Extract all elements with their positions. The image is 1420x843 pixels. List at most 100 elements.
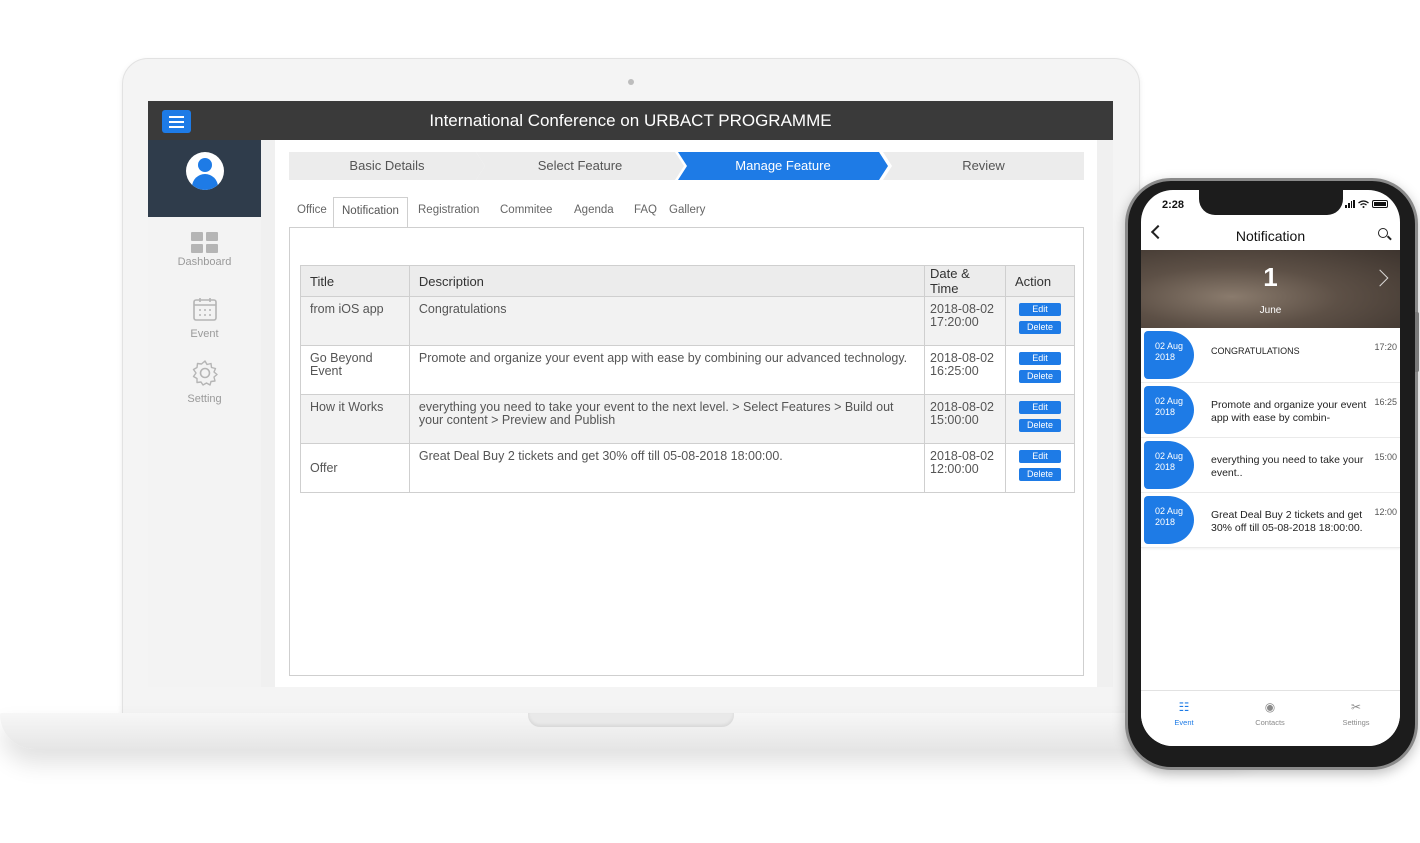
row-actions: Edit Delete — [1005, 394, 1075, 444]
edit-button[interactable]: Edit — [1019, 450, 1061, 463]
avatar-icon[interactable] — [186, 152, 224, 190]
sidebar: Dashboard Event Setting — [148, 140, 261, 687]
feature-tabs: Office Notification Registration Commite… — [289, 197, 1084, 228]
row-datetime: 2018-08-02 17:20:00 — [924, 296, 1006, 346]
step-manage-feature[interactable]: Manage Feature — [678, 152, 888, 180]
date-badge-day: 02 Aug — [1155, 451, 1184, 461]
date-badge-day: 02 Aug — [1155, 506, 1184, 516]
tab-settings[interactable]: ✂ Settings — [1313, 700, 1399, 727]
notification-list: 02 Aug 2018 CONGRATULATIONS 17:20 02 Aug 2… — [1141, 328, 1400, 548]
list-item[interactable]: 02 Aug 2018 everything you need to take y… — [1141, 438, 1400, 493]
row-description: Congratulations — [408, 296, 926, 346]
status-icons — [1345, 200, 1388, 208]
row-description: Promote and organize your event app with… — [408, 345, 926, 395]
row-time: 17:20:00 — [930, 315, 979, 329]
battery-icon — [1372, 200, 1388, 208]
sidebar-item-label: Setting — [187, 393, 222, 405]
tab-gallery[interactable]: Gallery — [661, 197, 713, 228]
list-item-text: Promote and organize your event app with… — [1211, 399, 1367, 424]
delete-button[interactable]: Delete — [1019, 468, 1061, 481]
table-row: Offer Great Deal Buy 2 tickets and get 3… — [300, 443, 1075, 493]
tab-notification[interactable]: Notification — [333, 197, 408, 228]
edit-button[interactable]: Edit — [1019, 352, 1061, 365]
date-badge: 02 Aug 2018 — [1144, 441, 1194, 489]
date-badge-year: 2018 — [1155, 517, 1176, 527]
gear-icon — [192, 360, 218, 386]
phone-title: Notification — [1235, 228, 1306, 244]
sidebar-item-label: Event — [190, 328, 219, 340]
list-item-text: Great Deal Buy 2 tickets and get 30% off… — [1211, 509, 1363, 534]
tab-contacts[interactable]: ◉ Contacts — [1227, 700, 1313, 727]
dashboard-icon — [191, 232, 218, 253]
wizard-steps: Basic Details Select Feature Manage Feat… — [289, 152, 1084, 180]
profile-panel — [148, 140, 261, 217]
step-review[interactable]: Review — [883, 152, 1084, 180]
sidebar-item-setting[interactable]: Setting — [148, 359, 261, 405]
tab-faq[interactable]: FAQ — [626, 197, 665, 228]
tab-office[interactable]: Office — [289, 197, 335, 228]
row-title: Go Beyond Event — [300, 345, 410, 395]
app-title: International Conference on URBACT PROGR… — [429, 111, 832, 130]
list-item[interactable]: 02 Aug 2018 CONGRATULATIONS 17:20 — [1141, 328, 1400, 383]
tab-commitee[interactable]: Commitee — [492, 197, 560, 228]
table-row: Go Beyond Event Promote and organize you… — [300, 345, 1075, 395]
list-item[interactable]: 02 Aug 2018 Promote and organize your eve… — [1141, 383, 1400, 438]
main-content: Basic Details Select Feature Manage Feat… — [275, 140, 1097, 687]
signal-icon — [1345, 200, 1355, 208]
edit-button[interactable]: Edit — [1019, 303, 1061, 316]
status-time: 2:28 — [1162, 199, 1185, 211]
phone-side-button — [1415, 312, 1419, 372]
row-title: from iOS app — [300, 296, 410, 346]
date-badge-day: 02 Aug — [1155, 341, 1184, 351]
list-item-time: 17:20 — [1374, 342, 1397, 352]
event-icon: ☷ — [1178, 700, 1190, 714]
date-badge: 02 Aug 2018 — [1144, 386, 1194, 434]
column-header-description: Description — [408, 265, 926, 297]
table-row: How it Works everything you need to take… — [300, 394, 1075, 444]
search-icon[interactable] — [1378, 228, 1388, 238]
list-item-text: CONGRATULATIONS — [1211, 346, 1300, 356]
column-header-date-time: Date & Time — [924, 265, 1006, 297]
notification-panel: Title Description Date & Time Action fro… — [289, 227, 1084, 676]
phone-notch — [1199, 190, 1343, 215]
row-actions: Edit Delete — [1005, 443, 1075, 493]
list-item-time: 15:00 — [1374, 452, 1397, 462]
laptop-camera — [628, 79, 634, 85]
step-select-feature[interactable]: Select Feature — [476, 152, 684, 180]
phone-tab-bar: ☷ Event ◉ Contacts ✂ Settings — [1141, 690, 1400, 746]
laptop-notch — [528, 713, 734, 727]
list-item[interactable]: 02 Aug 2018 Great Deal Buy 2 tickets and … — [1141, 493, 1400, 548]
tab-event[interactable]: ☷ Event — [1141, 700, 1227, 727]
row-datetime: 2018-08-02 15:00:00 — [924, 394, 1006, 444]
date-banner: 1 June — [1141, 250, 1400, 328]
settings-icon: ✂ — [1350, 700, 1362, 714]
device-mockup: International Conference on URBACT PROGR… — [0, 0, 1420, 843]
banner-day: 1 — [1263, 262, 1278, 292]
calendar-icon — [192, 298, 217, 321]
sidebar-item-dashboard[interactable]: Dashboard — [148, 232, 261, 268]
sidebar-item-label: Dashboard — [177, 256, 232, 268]
tab-label: Event — [1174, 718, 1194, 727]
row-datetime: 2018-08-02 16:25:00 — [924, 345, 1006, 395]
tab-agenda[interactable]: Agenda — [566, 197, 622, 228]
list-item-time: 16:25 — [1374, 397, 1397, 407]
laptop-screen: International Conference on URBACT PROGR… — [148, 101, 1113, 687]
row-title: How it Works — [300, 394, 410, 444]
edit-button[interactable]: Edit — [1019, 401, 1061, 414]
row-time: 16:25:00 — [930, 364, 979, 378]
date-badge: 02 Aug 2018 — [1144, 496, 1194, 544]
delete-button[interactable]: Delete — [1019, 419, 1061, 432]
date-badge-year: 2018 — [1155, 462, 1176, 472]
list-item-time: 12:00 — [1374, 507, 1397, 517]
date-badge-year: 2018 — [1155, 407, 1176, 417]
date-badge: 02 Aug 2018 — [1144, 331, 1194, 379]
table-header-row: Title Description Date & Time Action — [300, 265, 1075, 297]
row-description: Great Deal Buy 2 tickets and get 30% off… — [408, 443, 926, 493]
delete-button[interactable]: Delete — [1019, 321, 1061, 334]
delete-button[interactable]: Delete — [1019, 370, 1061, 383]
step-basic-details[interactable]: Basic Details — [289, 152, 485, 180]
row-actions: Edit Delete — [1005, 296, 1075, 346]
sidebar-item-event[interactable]: Event — [148, 296, 261, 340]
date-badge-year: 2018 — [1155, 352, 1176, 362]
tab-registration[interactable]: Registration — [410, 197, 487, 228]
